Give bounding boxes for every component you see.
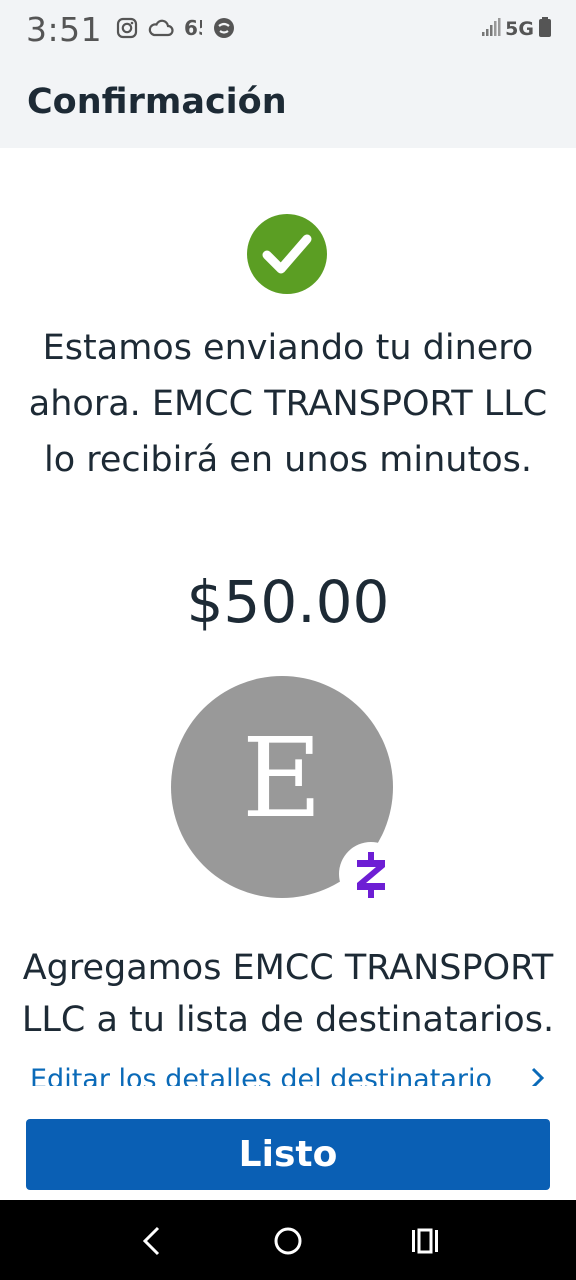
- notification-icons: 65: [116, 16, 236, 44]
- system-nav-bar: [0, 1200, 576, 1280]
- zelle-badge: [339, 842, 403, 906]
- zelle-icon: [357, 852, 385, 898]
- status-time: 3:51: [26, 10, 103, 49]
- back-icon[interactable]: [132, 1224, 172, 1258]
- done-button[interactable]: Listo: [26, 1119, 550, 1190]
- edit-recipient-link[interactable]: Editar los detalles del destinatario: [30, 1058, 550, 1086]
- recents-icon[interactable]: [405, 1224, 445, 1258]
- recipient-added-message: Agregamos EMCC TRANSPORT LLC a tu lista …: [21, 948, 555, 1040]
- instagram-icon: [116, 17, 138, 43]
- vpn-icon: [212, 16, 236, 44]
- edit-recipient-label[interactable]: Editar los detalles del destinatario: [30, 1064, 492, 1086]
- page-title: Confirmación: [27, 82, 287, 122]
- network-type: 5G: [505, 18, 534, 40]
- signal-icon: [481, 17, 501, 41]
- transfer-amount: $50.00: [186, 568, 390, 636]
- system-icons: 5G: [481, 16, 552, 42]
- avatar-initial: E: [241, 714, 323, 842]
- battery-icon: [538, 16, 552, 42]
- cloud-icon: [148, 17, 174, 43]
- status-bar: 3:51 65 5G: [0, 0, 576, 58]
- home-icon[interactable]: [268, 1224, 308, 1258]
- svg-text:65: 65: [184, 17, 202, 39]
- check-circle-icon: [247, 214, 327, 294]
- chevron-right-icon[interactable]: [530, 1066, 546, 1086]
- app-header: Confirmación: [0, 58, 576, 148]
- quote-icon: 65: [184, 16, 212, 43]
- confirmation-message: Estamos enviando tu dinero ahora. EMCC T…: [28, 328, 548, 480]
